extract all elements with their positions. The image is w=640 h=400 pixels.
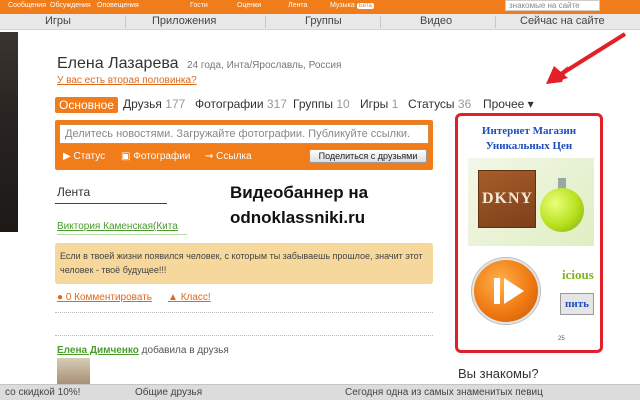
play-bar <box>494 278 500 304</box>
section-video[interactable]: Видео <box>420 15 452 27</box>
photos-action[interactable]: ▣ Фотографии <box>121 151 190 162</box>
ad-brand: DKNY <box>482 190 534 207</box>
tab-more[interactable]: Прочее ▾ <box>483 97 534 111</box>
megaphone-icon: ▶ <box>63 151 71 162</box>
nav-messages[interactable]: Сообщения <box>8 2 46 9</box>
ad-title: Интернет Магазин Уникальных Цен <box>458 124 600 154</box>
divider <box>380 16 381 28</box>
divider <box>55 312 433 313</box>
divider <box>495 16 496 28</box>
like-button[interactable]: ▲ Класс! <box>168 292 211 303</box>
overlay-line-2: odnoklassniki.ru <box>230 208 366 227</box>
comment-icon: ● <box>57 292 64 303</box>
tab-games-count: 1 <box>391 97 399 111</box>
photos-action-label: Фотографии <box>133 151 191 162</box>
arrow-icon <box>546 32 627 84</box>
ad-product-image: DKNY <box>468 158 594 246</box>
section-games[interactable]: Игры <box>45 15 71 27</box>
people-you-may-know: Вы знакомы? <box>458 366 539 381</box>
tab-statuses[interactable]: Статусы 36 <box>408 97 471 111</box>
ad-buy-button[interactable]: пить <box>560 293 594 315</box>
ad-product-text: icious <box>562 267 594 282</box>
beta-badge: Бета <box>356 3 374 9</box>
camera-icon: ▣ <box>121 151 131 162</box>
comment-button[interactable]: ● 0 Комментировать <box>57 292 152 303</box>
like-label: Класс! <box>180 292 211 303</box>
bottom-news[interactable]: Сегодня одна из самых знаменитых певиц <box>345 387 543 398</box>
play-icon[interactable] <box>472 258 540 324</box>
section-nav: Игры Приложения Группы Видео Сейчас на с… <box>0 14 640 30</box>
tab-main[interactable]: Основное <box>55 97 118 113</box>
partner-link[interactable]: У вас есть вторая половинка? <box>57 75 197 86</box>
ad-title-line-2: Уникальных Цен <box>485 140 573 152</box>
tab-friends-label: Друзья <box>123 97 162 111</box>
post-author-link[interactable]: Виктория Каменская(Кита <box>57 221 178 232</box>
nav-ratings[interactable]: Оценки <box>237 2 261 9</box>
profile-photo[interactable] <box>0 32 18 232</box>
post-text: Если в твоей жизни появился человек, с к… <box>55 243 433 284</box>
ad-title-line-1: Интернет Магазин <box>481 125 577 137</box>
section-groups[interactable]: Группы <box>305 15 342 27</box>
tab-photos-count: 317 <box>266 97 287 111</box>
feed-title: Лента <box>57 185 91 199</box>
nav-notifications[interactable]: Оповещения <box>97 2 139 9</box>
link-action-label: Ссылка <box>216 151 252 162</box>
tab-photos[interactable]: Фотографии 317 <box>195 97 287 111</box>
video-ad-banner[interactable]: Интернет Магазин Уникальных Цен DKNY ici… <box>455 113 603 353</box>
search-input[interactable]: знакомые на сайте <box>505 0 600 11</box>
overlay-caption: Видеобаннер на odnoklassniki.ru <box>230 180 368 230</box>
tab-games[interactable]: Игры 1 <box>360 97 398 111</box>
divider <box>55 335 433 336</box>
nav-discussions[interactable]: Обсуждения <box>50 2 91 9</box>
mutual-friends[interactable]: Общие друзья <box>135 387 202 398</box>
tab-groups[interactable]: Группы 10 <box>293 97 350 111</box>
post-input[interactable]: Делитесь новостями. Загружайте фотографи… <box>59 124 429 144</box>
tab-photos-label: Фотографии <box>195 97 264 111</box>
section-online[interactable]: Сейчас на сайте <box>520 15 605 27</box>
comment-label: 0 Комментировать <box>65 292 153 303</box>
section-apps[interactable]: Приложения <box>152 15 216 27</box>
profile-meta: 24 года, Инта/Ярославль, Россия <box>187 60 342 71</box>
tab-friends-count: 177 <box>165 97 186 111</box>
ad-small-text: 25 <box>558 336 565 342</box>
tab-games-label: Игры <box>360 97 389 111</box>
friend-action-text: добавила в друзья <box>141 345 229 356</box>
overlay-line-1: Видеобаннер на <box>230 183 369 202</box>
bottom-promo[interactable]: со скидкой 10%! <box>5 387 80 398</box>
link-action[interactable]: ⇝ Ссылка <box>205 151 252 162</box>
status-action-label: Статус <box>73 151 106 162</box>
divider <box>265 16 266 28</box>
profile-name: Елена Лазарева 24 года, Инта/Ярославль, … <box>57 55 341 73</box>
nav-guests[interactable]: Гости <box>190 2 208 9</box>
tab-groups-count: 10 <box>336 97 350 111</box>
tab-statuses-label: Статусы <box>408 97 455 111</box>
profile-name-text: Елена Лазарева <box>57 55 179 72</box>
link-icon: ⇝ <box>205 151 214 162</box>
nav-music-label: Музыка <box>330 2 355 9</box>
nav-music[interactable]: Музыка Бета <box>330 2 374 9</box>
share-button[interactable]: Поделиться с друзьями <box>309 149 427 163</box>
post-composer: Делитесь новостями. Загружайте фотографи… <box>55 120 433 170</box>
top-nav: Сообщения Обсуждения Оповещения Гости Оц… <box>0 0 640 14</box>
play-triangle <box>504 278 524 304</box>
feed-underline <box>55 203 167 204</box>
friend-event: Елена Димченко добавила в друзья <box>57 345 229 356</box>
tab-friends[interactable]: Друзья 177 <box>123 97 185 111</box>
post-author-divider <box>57 234 187 235</box>
tab-statuses-count: 36 <box>457 97 472 111</box>
friend-user-link[interactable]: Елена Димченко <box>57 345 139 356</box>
status-action[interactable]: ▶ Статус <box>63 151 105 162</box>
nav-feed[interactable]: Лента <box>288 2 307 9</box>
divider <box>125 16 126 28</box>
tab-groups-label: Группы <box>293 97 333 111</box>
like-icon: ▲ <box>168 292 178 303</box>
bottom-bar: со скидкой 10%! Общие друзья Сегодня одн… <box>0 384 640 400</box>
perfume-bottle <box>540 188 584 232</box>
